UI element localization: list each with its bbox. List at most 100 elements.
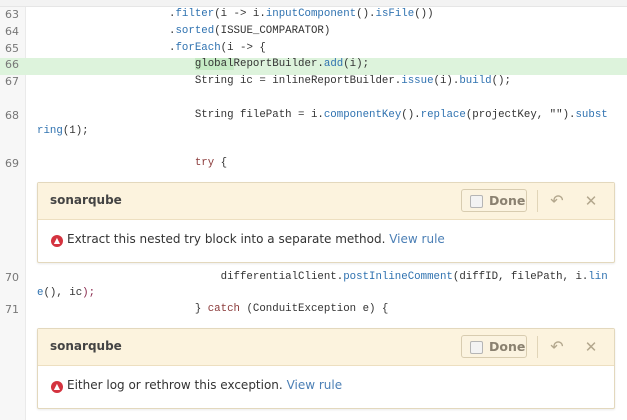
code-token: (ISSUE_COMPARATOR) bbox=[214, 25, 331, 37]
code-token: (i -> { bbox=[220, 42, 266, 54]
line-number[interactable]: 70 bbox=[5, 271, 19, 284]
reply-icon[interactable]: ↶ bbox=[547, 337, 567, 357]
code-text: String ic = inlineReportBuilder.issue(i)… bbox=[40, 75, 511, 87]
code-token: (i -> i. bbox=[214, 8, 266, 20]
code-token: ReportBuilder. bbox=[233, 58, 324, 70]
issue-message-text: Either log or rethrow this exception. bbox=[67, 378, 283, 392]
code-text: try { bbox=[40, 157, 227, 169]
code-line: 71 } catch (ConduitException e) { bbox=[0, 303, 627, 320]
issue-message: Either log or rethrow this exception. Vi… bbox=[67, 378, 342, 392]
code-token: . bbox=[40, 25, 176, 37]
code-token: inputComponent bbox=[265, 8, 357, 20]
code-token: (projectKey, ""). bbox=[465, 109, 576, 121]
code-line: 66 globalReportBuilder.add(i); bbox=[0, 58, 627, 75]
code-token: issue bbox=[401, 75, 434, 87]
done-checkbox[interactable] bbox=[470, 341, 483, 354]
reply-icon[interactable]: ↶ bbox=[547, 191, 567, 211]
issue-header: sonarqube Done ↶ ✕ bbox=[38, 183, 614, 220]
severity-major-icon: ▲ bbox=[51, 381, 63, 393]
severity-major-icon: ▲ bbox=[51, 235, 63, 247]
done-label: Done bbox=[489, 339, 526, 354]
done-button[interactable]: Done bbox=[461, 335, 527, 358]
code-token: (i); bbox=[343, 58, 370, 70]
view-rule-link[interactable]: View rule bbox=[389, 232, 445, 246]
code-token: filter bbox=[175, 8, 215, 20]
line-number[interactable]: 67 bbox=[5, 75, 19, 88]
code-token: (diffID, filePath, i. bbox=[452, 271, 589, 283]
code-text: globalReportBuilder.add(i); bbox=[40, 58, 369, 70]
code-token: String filePath = i. bbox=[40, 109, 324, 121]
issue-box: sonarqube Done ↶ ✕ ▲ Either log or rethr… bbox=[37, 328, 615, 409]
code-token: ); bbox=[82, 287, 96, 299]
code-token: String ic = inlineReportBuilder. bbox=[40, 75, 402, 87]
issue-source: sonarqube bbox=[50, 193, 122, 207]
done-button[interactable]: Done bbox=[461, 189, 527, 212]
code-line: 67 String ic = inlineReportBuilder.issue… bbox=[0, 75, 627, 92]
code-line: 63 .filter(i -> i.inputComponent().isFil… bbox=[0, 8, 627, 25]
code-line: 64 .sorted(ISSUE_COMPARATOR) bbox=[0, 25, 627, 42]
code-token: componentKey bbox=[323, 109, 402, 121]
issue-message: Extract this nested try block into a sep… bbox=[67, 232, 445, 246]
issue-box: sonarqube Done ↶ ✕ ▲ Extract this nested… bbox=[37, 182, 615, 263]
line-number[interactable]: 71 bbox=[5, 303, 19, 316]
code-token: global bbox=[194, 58, 234, 70]
code-line: 70 differentialClient.postInlineComment(… bbox=[0, 271, 627, 288]
code-text: .forEach(i -> { bbox=[40, 42, 266, 54]
code-text: differentialClient.postInlineComment(dif… bbox=[40, 271, 608, 283]
code-line: 65 .forEach(i -> { bbox=[0, 42, 627, 59]
top-strip bbox=[0, 0, 627, 7]
code-token: add bbox=[323, 58, 344, 70]
done-checkbox[interactable] bbox=[470, 195, 483, 208]
done-label: Done bbox=[489, 193, 526, 208]
code-token: (ConduitException e) { bbox=[240, 303, 389, 315]
line-number[interactable]: 69 bbox=[5, 157, 19, 170]
close-icon[interactable]: ✕ bbox=[583, 337, 599, 357]
code-token: } bbox=[40, 303, 208, 315]
code-token: subst bbox=[575, 109, 608, 121]
close-icon[interactable]: ✕ bbox=[583, 191, 599, 211]
code-token: build bbox=[459, 75, 492, 87]
code-token: (i). bbox=[433, 75, 460, 87]
line-number[interactable]: 65 bbox=[5, 42, 19, 55]
code-text: .filter(i -> i.inputComponent().isFile()… bbox=[40, 8, 434, 20]
issue-body: ▲ Extract this nested try block into a s… bbox=[38, 220, 614, 262]
issue-header: sonarqube Done ↶ ✕ bbox=[38, 329, 614, 366]
code-token: lin bbox=[588, 271, 608, 283]
code-token: ()) bbox=[414, 8, 434, 20]
code-token: differentialClient. bbox=[40, 271, 344, 283]
code-token: (). bbox=[356, 8, 376, 20]
code-token: (). bbox=[401, 109, 421, 121]
code-token: postInlineComment bbox=[343, 271, 453, 283]
issue-source: sonarqube bbox=[50, 339, 122, 353]
code-token: . bbox=[40, 8, 176, 20]
code-text: .sorted(ISSUE_COMPARATOR) bbox=[40, 25, 330, 37]
code-line-wrap: ring(1); bbox=[0, 125, 627, 142]
code-token: (1); bbox=[62, 125, 89, 137]
line-number[interactable]: 68 bbox=[5, 109, 19, 122]
code-token: (), ic bbox=[43, 287, 83, 299]
code-token: . bbox=[40, 42, 176, 54]
code-line: 69 try { bbox=[0, 157, 627, 174]
line-number[interactable]: 63 bbox=[5, 8, 19, 21]
code-token: ring bbox=[37, 125, 63, 137]
code-text: } catch (ConduitException e) { bbox=[40, 303, 389, 315]
code-token: try bbox=[194, 157, 215, 169]
code-text: String filePath = i.componentKey().repla… bbox=[40, 109, 608, 121]
code-token: (); bbox=[491, 75, 511, 87]
divider bbox=[537, 336, 538, 358]
code-line: 68 String filePath = i.componentKey().re… bbox=[0, 109, 627, 126]
code-token: replace bbox=[420, 109, 466, 121]
line-number[interactable]: 66 bbox=[5, 58, 19, 71]
code-token: isFile bbox=[375, 8, 415, 20]
issue-message-text: Extract this nested try block into a sep… bbox=[67, 232, 386, 246]
code-token: catch bbox=[207, 303, 240, 315]
issue-body: ▲ Either log or rethrow this exception. … bbox=[38, 366, 614, 408]
code-token: { bbox=[214, 157, 228, 169]
line-number[interactable]: 64 bbox=[5, 25, 19, 38]
code-text: e(), ic); bbox=[37, 287, 95, 299]
code-token: sorted bbox=[175, 25, 215, 37]
code-text: ring(1); bbox=[37, 125, 89, 137]
view-rule-link[interactable]: View rule bbox=[287, 378, 343, 392]
